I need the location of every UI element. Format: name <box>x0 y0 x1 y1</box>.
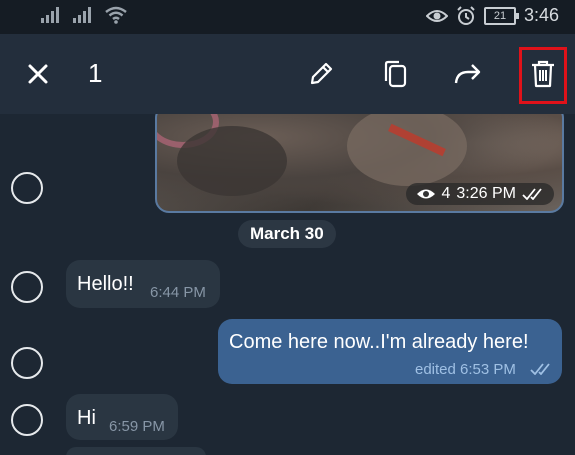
message-time: edited 6:53 PM <box>415 361 516 378</box>
message-time: 6:59 PM <box>109 418 165 435</box>
edit-icon <box>310 62 333 85</box>
message-bubble-outgoing[interactable]: Come here now..I'm already here! edited … <box>218 319 562 384</box>
photo-meta: 4 3:26 PM <box>405 183 554 205</box>
photo-detail <box>177 126 287 196</box>
message-text: Hello!! <box>77 273 134 295</box>
message-time: 6:44 PM <box>150 284 206 301</box>
selection-action-bar: 1 <box>0 34 575 114</box>
view-count: 4 <box>441 185 451 202</box>
double-check-icon <box>522 188 542 200</box>
wifi-icon <box>105 6 127 24</box>
photo-detail <box>347 114 467 186</box>
forward-button[interactable] <box>443 34 493 114</box>
photo-message[interactable]: 4 3:26 PM <box>155 114 564 213</box>
photo-time: 3:26 PM <box>456 185 516 202</box>
message-text: Hi <box>77 407 96 429</box>
signal-icon <box>41 7 59 23</box>
eye-icon <box>425 9 448 22</box>
select-circle[interactable] <box>11 271 43 303</box>
message-text: Come here now..I'm already here! <box>229 331 529 353</box>
chat-area[interactable]: 4 3:26 PM March 30 Hello!! 6:44 PM Come … <box>0 114 575 455</box>
status-bar: 21 3:46 <box>0 0 575 34</box>
forward-icon <box>454 64 481 84</box>
select-circle[interactable] <box>11 347 43 379</box>
select-circle[interactable] <box>11 172 43 204</box>
message-bubble-incoming[interactable]: Hello!! 6:44 PM <box>66 260 220 308</box>
copy-icon <box>384 60 407 88</box>
status-right-icons: 21 3:46 <box>425 5 559 26</box>
edit-button[interactable] <box>296 34 346 114</box>
delete-highlight-box <box>519 47 567 104</box>
double-check-icon <box>530 363 550 375</box>
partial-message-bubble[interactable] <box>66 447 206 455</box>
select-circle[interactable] <box>11 404 43 436</box>
copy-button[interactable] <box>370 34 420 114</box>
date-divider: March 30 <box>238 220 336 248</box>
battery-indicator: 21 <box>483 6 519 25</box>
selected-count: 1 <box>88 58 103 88</box>
status-time: 3:46 <box>523 5 559 25</box>
alarm-icon <box>457 5 475 25</box>
message-bubble-incoming[interactable]: Hi 6:59 PM <box>66 394 178 440</box>
signal-icon-2 <box>73 7 91 23</box>
close-selection-button[interactable] <box>13 34 63 114</box>
close-icon <box>28 64 48 84</box>
status-left-icons <box>40 6 128 24</box>
views-eye-icon <box>416 189 435 199</box>
